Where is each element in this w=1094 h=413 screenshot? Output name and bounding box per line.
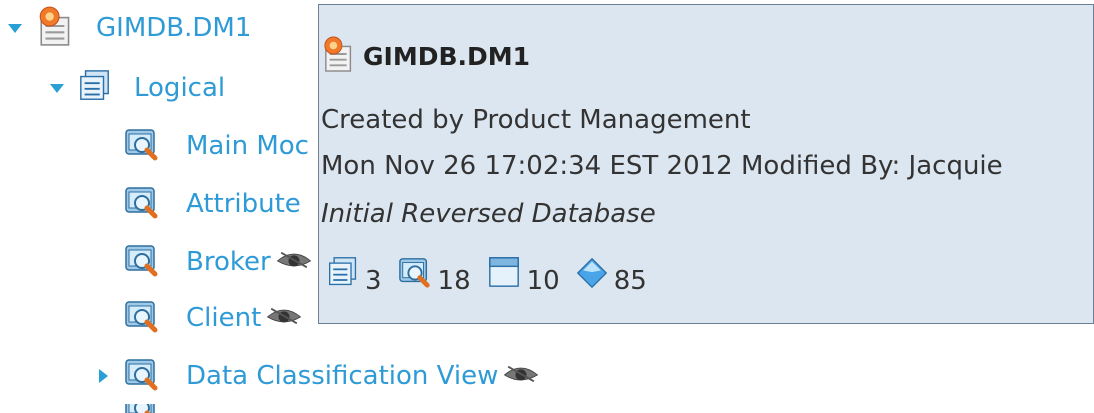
expanded-triangle-icon[interactable]: [50, 81, 64, 95]
tree-item-data-classification-view[interactable]: Data Classification View: [96, 352, 540, 400]
tree-item-label[interactable]: Data Classification View: [186, 361, 498, 391]
stat-models: 3: [321, 255, 382, 294]
stat-entities-count: 10: [526, 266, 560, 296]
submodel-view-icon: [124, 298, 160, 338]
eye-icon: [265, 305, 303, 331]
submodel-view-icon: [398, 255, 432, 294]
submodel-view-icon: [124, 126, 160, 166]
stat-entities: 10: [481, 255, 560, 294]
eye-icon: [275, 249, 313, 275]
tree-item-label[interactable]: Broker: [186, 247, 271, 277]
eye-icon: [502, 363, 540, 389]
entity-icon: [487, 255, 521, 294]
tree-item-label[interactable]: Client: [186, 303, 261, 333]
database-model-icon: [38, 5, 76, 51]
stat-models-count: 3: [365, 266, 382, 296]
submodel-view-icon: [124, 184, 160, 224]
tooltip-modified: Mon Nov 26 17:02:34 EST 2012 Modified By…: [321, 151, 1003, 181]
tree-logical-row[interactable]: Logical: [50, 64, 225, 112]
tree-item-label[interactable]: Main Moc: [186, 131, 309, 161]
tree-item-broker[interactable]: Broker: [124, 238, 313, 286]
tree-root-row[interactable]: GIMDB.DM1: [8, 4, 251, 52]
tooltip-created-by: Created by Product Management: [321, 105, 751, 135]
stat-submodels-count: 18: [437, 266, 471, 296]
model-info-tooltip: GIMDB.DM1 Created by Product Management …: [318, 4, 1094, 324]
tree-root-label[interactable]: GIMDB.DM1: [96, 13, 251, 43]
database-model-icon: [323, 35, 357, 77]
tree-item-label[interactable]: Attribute: [186, 189, 301, 219]
tree-item-client[interactable]: Client: [124, 294, 303, 342]
tooltip-header: GIMDB.DM1: [323, 35, 530, 77]
submodel-view-icon: [124, 404, 160, 413]
tooltip-stats: 3 18 10 85: [321, 255, 657, 294]
tree-item-main-model[interactable]: Main Moc: [124, 122, 309, 170]
expanded-triangle-icon[interactable]: [8, 21, 22, 35]
tooltip-title: GIMDB.DM1: [363, 41, 531, 71]
logical-model-icon: [78, 68, 112, 108]
tree-logical-label[interactable]: Logical: [134, 73, 225, 103]
stat-attributes-count: 85: [613, 266, 647, 296]
collapsed-triangle-icon[interactable]: [96, 369, 110, 383]
tree-item-attribute[interactable]: Attribute: [124, 180, 301, 228]
tree-item-partial: [124, 404, 160, 413]
submodel-view-icon: [124, 242, 160, 282]
stat-attributes: 85: [570, 257, 647, 294]
attribute-icon: [576, 257, 608, 294]
tooltip-description: Initial Reversed Database: [321, 199, 656, 229]
submodel-view-icon: [124, 356, 160, 396]
stat-submodels: 18: [392, 255, 471, 294]
logical-model-icon: [327, 255, 359, 294]
